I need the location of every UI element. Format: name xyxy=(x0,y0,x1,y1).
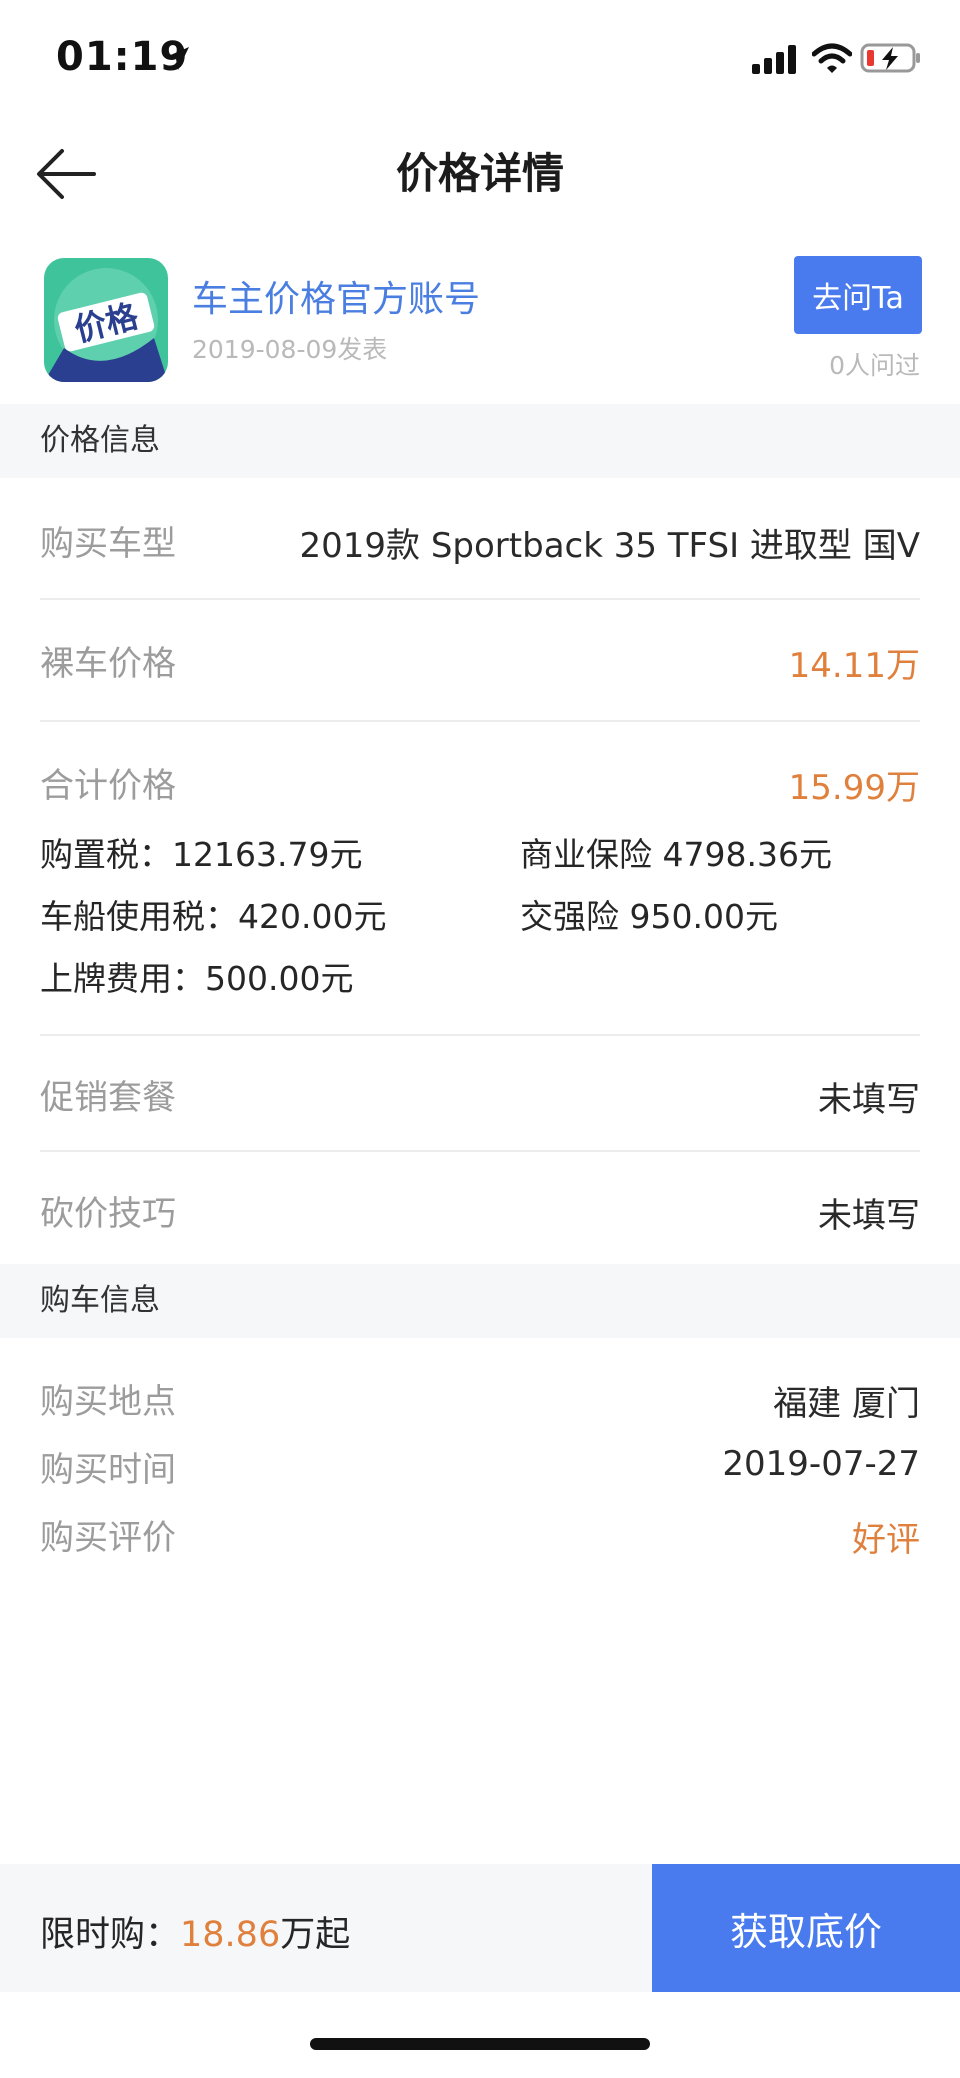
purchase-place-label: 购买地点 xyxy=(40,1382,176,1422)
author-avatar[interactable]: 价格 xyxy=(44,258,168,382)
divider xyxy=(40,1034,920,1036)
limited-offer: 限时购：18.86万起 xyxy=(40,1906,350,1957)
section-header-price-info: 价格信息 xyxy=(0,404,960,478)
ask-button[interactable]: 去问Ta xyxy=(794,256,922,334)
section-header-purchase-info: 购车信息 xyxy=(0,1264,960,1338)
total-price-value: 15.99万 xyxy=(788,768,920,808)
bargain-value: 未填写 xyxy=(818,1196,920,1236)
vehicle-tax: 车船使用税：420.00元 xyxy=(40,897,387,936)
price-logo-icon: 价格 xyxy=(44,258,168,382)
wifi-icon xyxy=(812,43,852,73)
purchase-place-value: 福建 厦门 xyxy=(773,1384,920,1424)
bargain-label: 砍价技巧 xyxy=(40,1194,176,1234)
promo-label: 促销套餐 xyxy=(40,1078,176,1118)
divider xyxy=(40,720,920,722)
divider xyxy=(40,598,920,600)
bottom-bar: 限时购：18.86万起 获取底价 xyxy=(0,1864,960,1992)
divider xyxy=(40,1150,920,1152)
purchase-tax: 购置税：12163.79元 xyxy=(40,835,363,874)
bare-price-value: 14.11万 xyxy=(788,646,920,686)
publish-date: 2019-08-09发表 xyxy=(192,335,388,364)
purchase-review-value: 好评 xyxy=(852,1520,920,1560)
promo-value: 未填写 xyxy=(818,1080,920,1120)
get-lowest-price-button[interactable]: 获取底价 xyxy=(652,1864,960,1992)
location-arrow-icon xyxy=(166,47,189,70)
purchase-time-label: 购买时间 xyxy=(40,1450,176,1490)
limited-price: 18.86 xyxy=(180,1915,281,1955)
plate-fee: 上牌费用：500.00元 xyxy=(40,959,354,998)
author-name[interactable]: 车主价格官方账号 xyxy=(192,270,480,322)
limited-prefix: 限时购： xyxy=(40,1915,181,1955)
purchase-time-value: 2019-07-27 xyxy=(722,1444,920,1484)
ask-count: 0人问过 xyxy=(829,351,920,380)
battery-charging-icon xyxy=(860,43,920,73)
limited-suffix: 万起 xyxy=(280,1915,351,1955)
total-price-label: 合计价格 xyxy=(40,766,176,806)
model-value: 2019款 Sportback 35 TFSI 进取型 国V xyxy=(299,526,921,566)
bare-price-label: 裸车价格 xyxy=(40,644,176,684)
cellular-signal-icon xyxy=(752,45,796,74)
home-indicator[interactable] xyxy=(310,2038,650,2050)
model-label: 购买车型 xyxy=(40,524,176,564)
purchase-review-label: 购买评价 xyxy=(40,1518,176,1558)
status-bar: 01:19 xyxy=(0,0,960,110)
commercial-insurance: 商业保险 4798.36元 xyxy=(520,835,832,874)
page-title: 价格详情 xyxy=(395,149,564,198)
compulsory-insurance: 交强险 950.00元 xyxy=(520,897,778,936)
